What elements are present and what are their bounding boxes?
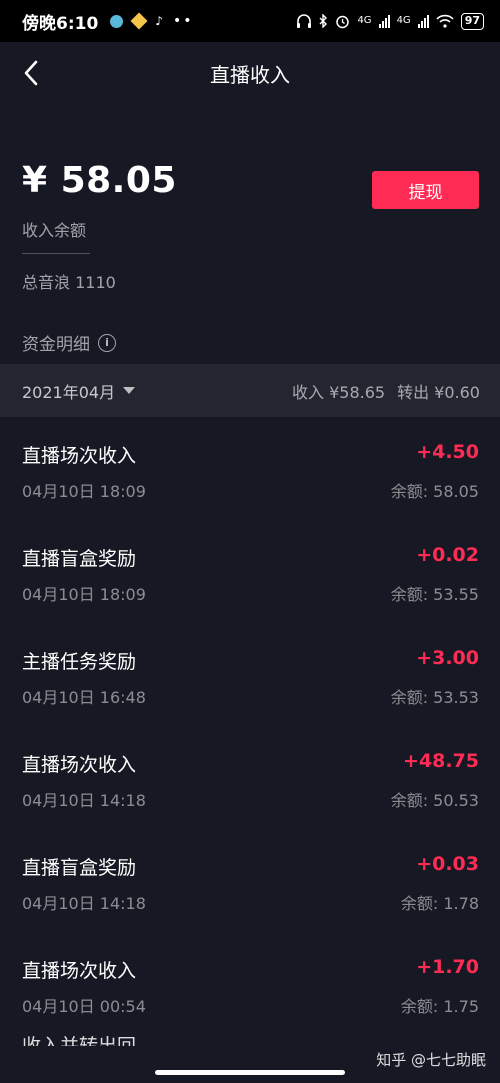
- network-type-2: 4G: [396, 15, 411, 26]
- transaction-balance: 余额: 53.55: [390, 585, 479, 604]
- withdraw-button[interactable]: 提现: [372, 171, 479, 209]
- balance-divider: [22, 253, 90, 254]
- fund-details-title: 资金明细: [22, 335, 90, 355]
- home-indicator[interactable]: [155, 1070, 345, 1075]
- network-type-1: 4G: [357, 15, 372, 26]
- balance-label: 收入余额: [22, 221, 87, 240]
- transaction-title: 直播盲盒奖励: [22, 857, 137, 879]
- transaction-balance: 余额: 50.53: [390, 791, 479, 810]
- transaction-title-partial: 收入并转出回: [22, 1035, 137, 1046]
- transaction-balance: 余额: 1.78: [400, 894, 479, 913]
- month-income: 收入 ¥58.65: [292, 382, 386, 402]
- month-label: 2021年04月: [22, 382, 116, 402]
- month-filter-bar: 2021年04月 收入 ¥58.65 转出 ¥0.60: [0, 364, 500, 417]
- transaction-time: 04月10日 16:48: [22, 688, 146, 707]
- back-button[interactable]: [14, 56, 48, 90]
- transaction-balance: 余额: 58.05: [390, 482, 479, 501]
- transaction-amount: +0.03: [416, 853, 479, 875]
- signal-icon-2: [417, 14, 429, 28]
- transaction-title: 直播场次收入: [22, 445, 137, 467]
- transaction-row[interactable]: 主播任务奖励 04月10日 16:48 +3.00 余额: 53.53: [0, 623, 500, 726]
- transaction-amount: +48.75: [402, 750, 479, 772]
- status-time: 傍晚6:10: [22, 13, 99, 34]
- month-outgo: 转出 ¥0.60: [397, 382, 480, 402]
- status-bar: 傍晚6:10 ♪ •• 4G 4G 97: [0, 0, 500, 42]
- fund-details-heading: 资金明细 i: [22, 330, 116, 355]
- alarm-icon: [336, 15, 350, 28]
- transaction-amount: +0.02: [416, 544, 479, 566]
- status-notification-icons: ♪ ••: [110, 12, 194, 30]
- wifi-icon: [436, 14, 454, 28]
- watermark: 知乎 @七七助眠: [376, 1051, 486, 1069]
- bluetooth-icon: [319, 14, 328, 28]
- total-yinlang: 总音浪 1110: [22, 273, 116, 292]
- transaction-time: 04月10日 14:18: [22, 894, 146, 913]
- transaction-amount: +3.00: [416, 647, 479, 669]
- more-notifications-icon: ••: [172, 13, 194, 29]
- battery-icon: 97: [460, 12, 484, 30]
- tiktok-notification-icon: ♪: [155, 14, 163, 28]
- diamond-notification-icon: [130, 12, 148, 30]
- transaction-title: 直播场次收入: [22, 960, 137, 982]
- headphones-icon: [297, 14, 312, 28]
- transaction-row[interactable]: 直播场次收入 04月10日 18:09 +4.50 余额: 58.05: [0, 417, 500, 520]
- caret-down-icon: [123, 387, 136, 394]
- transaction-row[interactable]: 直播场次收入 04月10日 00:54 +1.70 余额: 1.75: [0, 932, 500, 1035]
- transaction-row[interactable]: 直播盲盒奖励 04月10日 14:18 +0.03 余额: 1.78: [0, 829, 500, 932]
- transaction-title: 直播盲盒奖励: [22, 548, 137, 570]
- page-title: 直播收入: [210, 62, 290, 87]
- info-icon[interactable]: i: [98, 333, 116, 352]
- transaction-time: 04月10日 14:18: [22, 791, 146, 810]
- transaction-row[interactable]: 直播盲盒奖励 04月10日 18:09 +0.02 余额: 53.55: [0, 520, 500, 623]
- balance-amount: ¥ 58.05: [22, 160, 177, 201]
- month-summary: 收入 ¥58.65 转出 ¥0.60: [292, 379, 480, 403]
- transaction-time: 04月10日 18:09: [22, 482, 146, 501]
- transaction-time: 04月10日 00:54: [22, 997, 146, 1016]
- transaction-balance: 余额: 1.75: [400, 997, 479, 1016]
- transaction-row[interactable]: 直播场次收入 04月10日 14:18 +48.75 余额: 50.53: [0, 726, 500, 829]
- balance-section: ¥ 58.05: [22, 160, 177, 201]
- transaction-balance: 余额: 53.53: [390, 688, 479, 707]
- nav-header: 直播收入: [0, 42, 500, 104]
- transaction-time: 04月10日 18:09: [22, 585, 146, 604]
- app-notification-icon: [110, 14, 124, 28]
- signal-icon-1: [378, 14, 390, 28]
- status-right-icons: 4G 4G 97: [296, 12, 484, 30]
- transaction-title: 主播任务奖励: [22, 651, 137, 673]
- transaction-amount: +1.70: [416, 956, 479, 978]
- chevron-left-icon: [24, 60, 38, 86]
- transaction-title: 直播场次收入: [22, 754, 137, 776]
- month-selector[interactable]: 2021年04月: [22, 379, 136, 403]
- transaction-amount: +4.50: [416, 441, 479, 463]
- transaction-list: 直播场次收入 04月10日 18:09 +4.50 余额: 58.05 直播盲盒…: [0, 417, 500, 1035]
